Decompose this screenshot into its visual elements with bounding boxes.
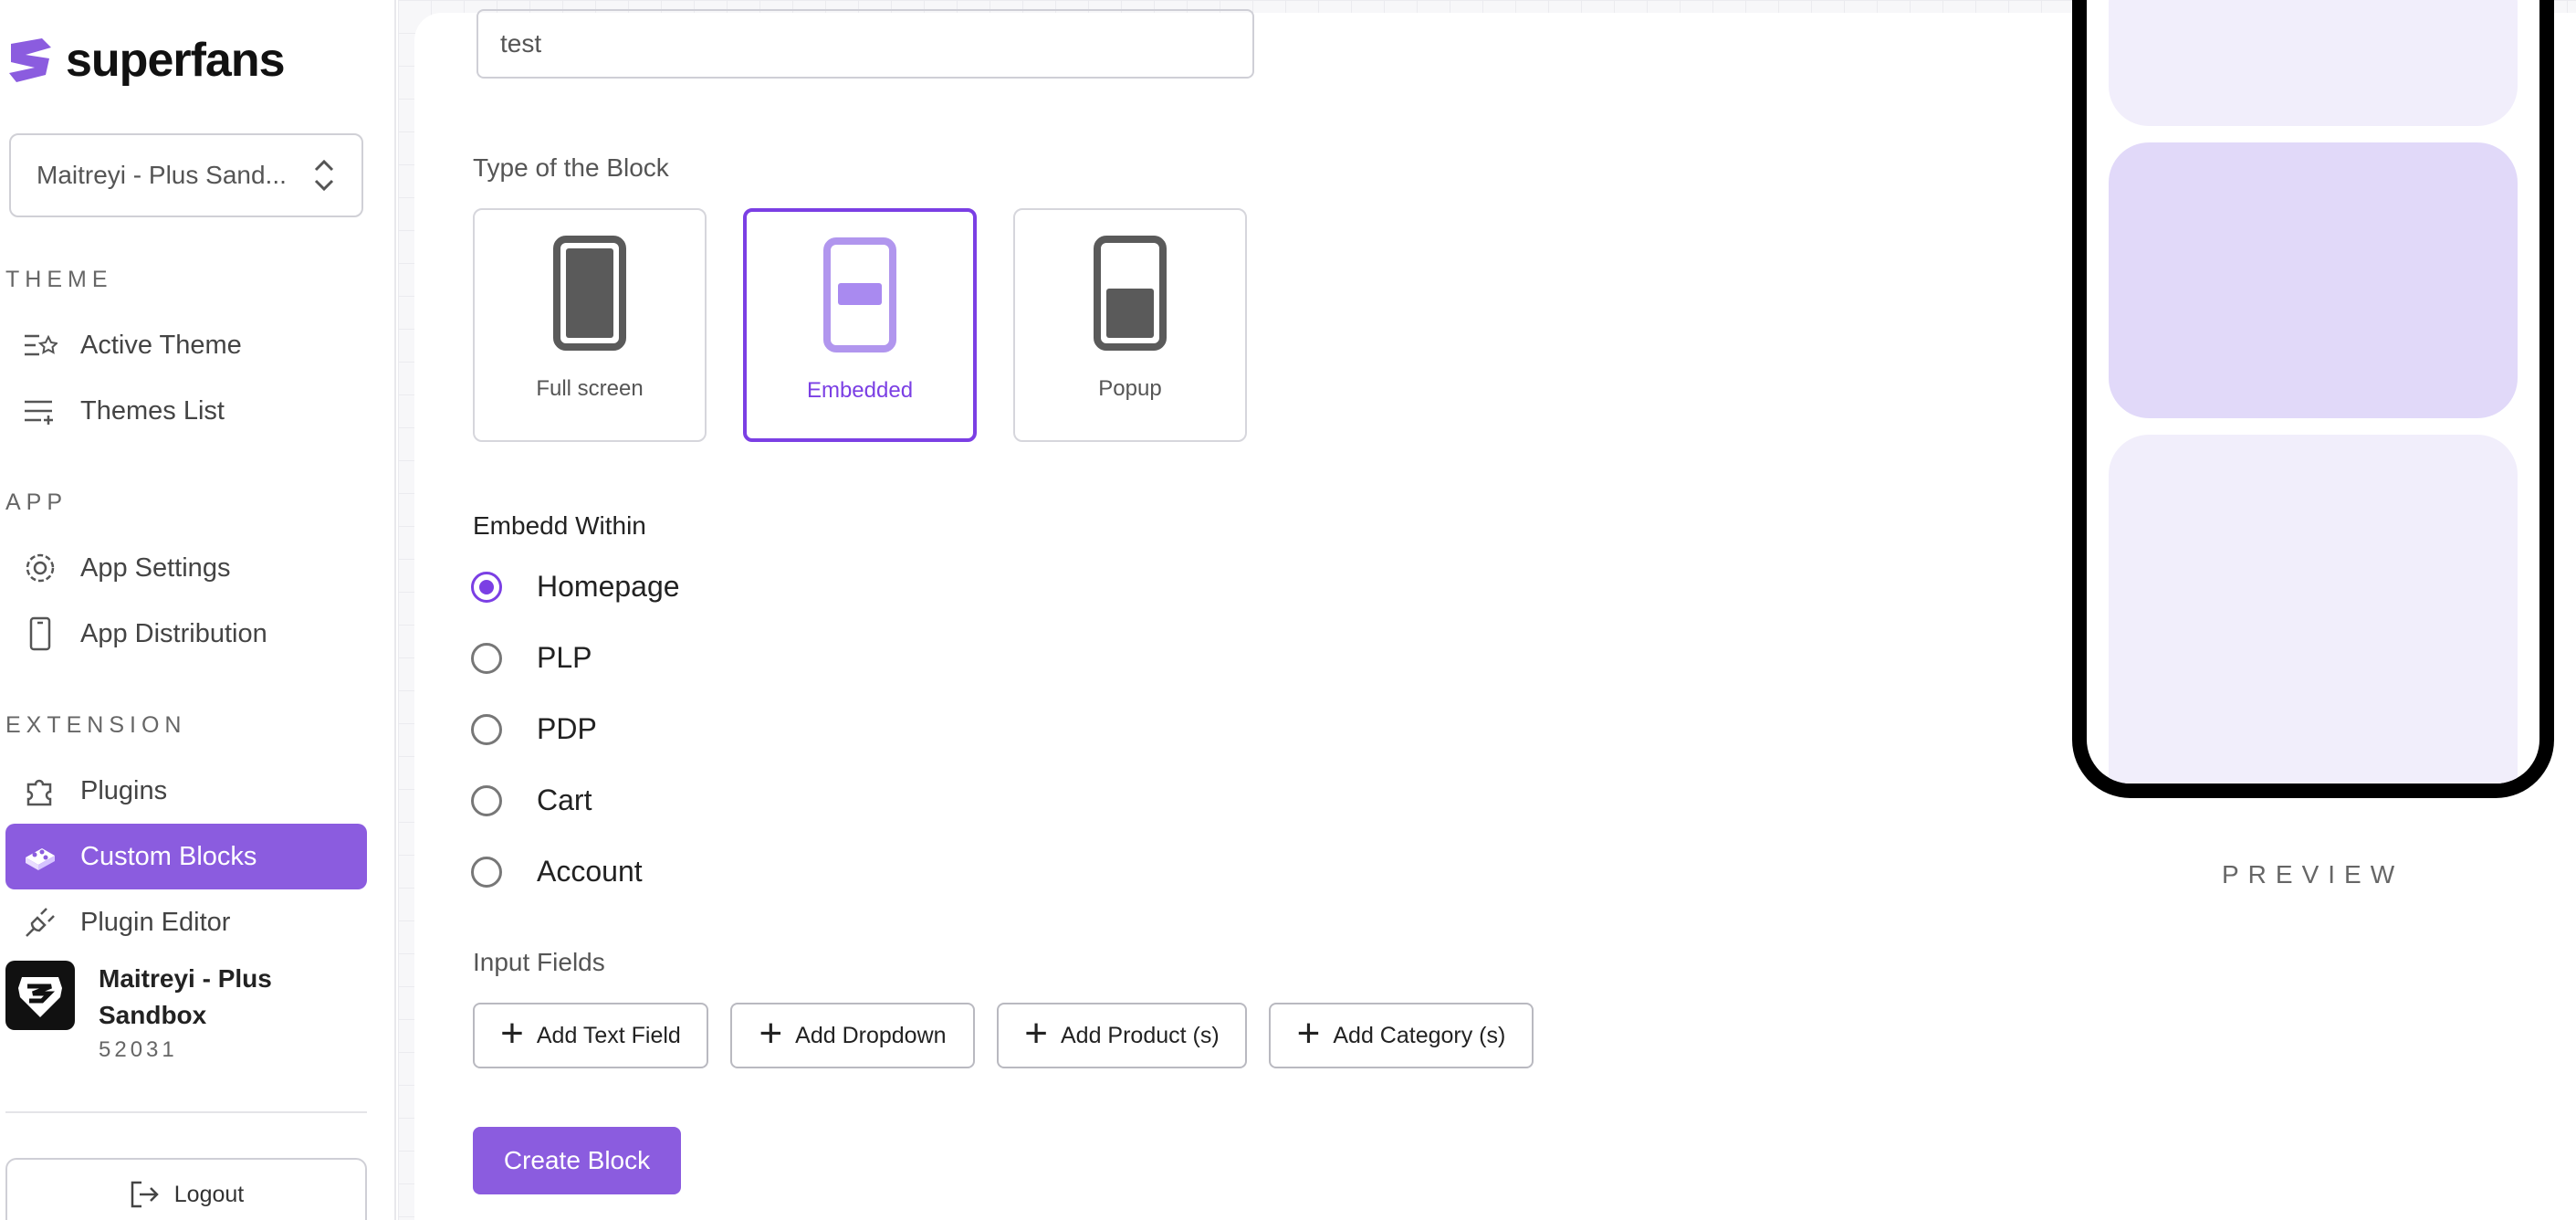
input-fields-label: Input Fields — [473, 948, 605, 976]
type-option-label: Full screen — [536, 376, 644, 401]
block-name-input[interactable]: test — [476, 9, 1254, 79]
add-product-button[interactable]: + Add Product (s) — [997, 1003, 1247, 1068]
radio-button[interactable] — [471, 713, 502, 745]
chevron-up-down-icon — [314, 159, 334, 192]
fullscreen-phone-icon — [553, 236, 626, 351]
radio-button[interactable] — [471, 642, 502, 674]
avatar — [5, 961, 75, 1030]
sidebar-item-plugins[interactable]: Plugins — [5, 758, 367, 824]
sidebar-item-label: Themes List — [80, 395, 225, 426]
add-text-field-button[interactable]: + Add Text Field — [473, 1003, 708, 1068]
sidebar-item-app-settings[interactable]: App Settings — [5, 535, 367, 601]
type-option-label: Popup — [1098, 376, 1162, 401]
button-label: Add Dropdown — [795, 1022, 947, 1048]
embed-label: Embedd Within — [473, 511, 646, 540]
embed-option-homepage[interactable]: Homepage — [471, 570, 680, 604]
add-dropdown-button[interactable]: + Add Dropdown — [730, 1003, 975, 1068]
embed-option-plp[interactable]: PLP — [471, 641, 592, 675]
radio-label: Cart — [537, 784, 592, 816]
logout-button[interactable]: Logout — [5, 1158, 367, 1220]
plus-icon: + — [1296, 1011, 1321, 1056]
sidebar-item-label: App Distribution — [80, 618, 267, 648]
account-info[interactable]: Maitreyi - Plus Sandbox 52031 — [5, 961, 299, 1063]
puzzle-icon — [22, 773, 58, 809]
sidebar-item-label: Active Theme — [80, 330, 242, 360]
phone-icon — [22, 615, 58, 652]
preview-label: PREVIEW — [2222, 860, 2404, 889]
account-id: 52031 — [99, 1037, 178, 1062]
sidebar-item-label: App Settings — [80, 552, 231, 583]
sidebar-item-plugin-editor[interactable]: Plugin Editor — [5, 889, 367, 955]
embed-option-pdp[interactable]: PDP — [471, 712, 597, 746]
section-title-extension: EXTENSION — [5, 712, 187, 738]
sidebar-item-app-distribution[interactable]: App Distribution — [5, 601, 367, 667]
radio-label: Account — [537, 855, 643, 888]
radio-label: PLP — [537, 641, 592, 674]
type-option-popup[interactable]: Popup — [1013, 208, 1247, 442]
preview-phone — [2072, 0, 2554, 798]
list-plus-icon — [22, 393, 58, 429]
sidebar-item-label: Custom Blocks — [80, 841, 257, 871]
superfans-logo-icon — [18, 977, 62, 1017]
list-star-icon — [22, 327, 58, 363]
gear-icon — [22, 550, 58, 586]
section-title-theme: THEME — [5, 267, 113, 292]
button-label: Add Category (s) — [1333, 1022, 1506, 1048]
radio-label: Homepage — [537, 570, 680, 603]
plus-icon: + — [759, 1011, 783, 1056]
sidebar-divider — [5, 1111, 367, 1113]
embed-option-cart[interactable]: Cart — [471, 784, 592, 817]
create-block-button[interactable]: Create Block — [473, 1127, 681, 1194]
preview-block-embedded — [2109, 142, 2518, 418]
store-selector[interactable]: Maitreyi - Plus Sand... — [9, 133, 363, 217]
add-category-button[interactable]: + Add Category (s) — [1269, 1003, 1534, 1068]
radio-label: PDP — [537, 712, 597, 745]
store-selector-value: Maitreyi - Plus Sand... — [37, 161, 287, 189]
radio-button[interactable] — [471, 571, 502, 603]
blocks-icon — [22, 838, 58, 875]
preview-block — [2109, 435, 2518, 784]
radio-button[interactable] — [471, 856, 502, 888]
brand-name: superfans — [66, 34, 286, 87]
embed-option-account[interactable]: Account — [471, 855, 643, 889]
plus-icon: + — [500, 1011, 524, 1056]
section-title-app: APP — [5, 489, 68, 515]
plus-icon: + — [1024, 1011, 1048, 1056]
type-option-full-screen[interactable]: Full screen — [473, 208, 707, 442]
sidebar-item-label: Plugin Editor — [80, 907, 231, 937]
radio-button[interactable] — [471, 784, 502, 816]
embedded-phone-icon — [823, 237, 896, 352]
sidebar: superfans Maitreyi - Plus Sand... THEME … — [0, 0, 396, 1220]
account-name: Maitreyi - Plus Sandbox — [99, 964, 272, 1029]
type-label: Type of the Block — [473, 153, 669, 182]
sidebar-item-custom-blocks[interactable]: Custom Blocks — [5, 824, 367, 889]
plug-icon — [22, 904, 58, 941]
preview-block — [2109, 0, 2518, 126]
logout-label: Logout — [173, 1181, 245, 1207]
sidebar-item-active-theme[interactable]: Active Theme — [5, 312, 367, 378]
button-label: Add Text Field — [536, 1022, 681, 1048]
popup-phone-icon — [1094, 236, 1167, 351]
brand-logo[interactable]: superfans — [5, 33, 286, 88]
button-label: Add Product (s) — [1061, 1022, 1220, 1048]
superfans-logo-icon — [9, 38, 51, 82]
sidebar-item-themes-list[interactable]: Themes List — [5, 378, 367, 444]
logout-icon — [131, 1181, 159, 1208]
sidebar-item-label: Plugins — [80, 775, 168, 805]
type-option-embedded[interactable]: Embedded — [743, 208, 977, 442]
type-option-label: Embedded — [806, 378, 914, 403]
